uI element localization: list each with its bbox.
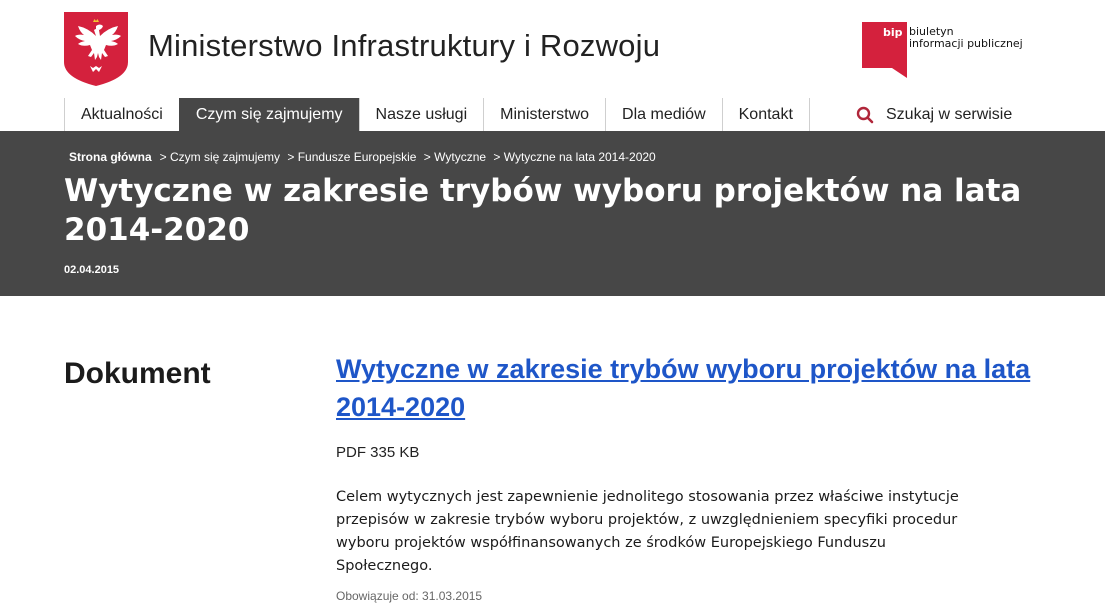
search-button[interactable]: Szukaj w serwisie: [856, 98, 1012, 131]
nav-item-ministerstwo[interactable]: Ministerstwo: [483, 98, 605, 131]
nav-item-czym-sie-zajmujemy[interactable]: Czym się zajmujemy: [178, 98, 359, 131]
breadcrumb: Strona główna > Czym się zajmujemy > Fund…: [69, 150, 660, 164]
bip-caption: biuletyn informacji publicznej: [909, 26, 1023, 50]
nav-item-dla-mediow[interactable]: Dla mediów: [605, 98, 722, 131]
breadcrumb-item-current: > Wytyczne na lata 2014-2020: [493, 150, 656, 164]
polish-eagle-emblem-icon[interactable]: [64, 12, 128, 86]
breadcrumb-item[interactable]: > Wytyczne: [424, 150, 486, 164]
document-description: Celem wytycznych jest zapewnienie jednol…: [336, 489, 959, 574]
breadcrumb-item[interactable]: > Fundusze Europejskie: [287, 150, 416, 164]
document-valid-from: Obowiązuje od: 31.03.2015: [336, 589, 483, 603]
breadcrumb-home[interactable]: Strona główna: [69, 150, 152, 164]
site-header: Ministerstwo Infrastruktury i Rozwoju bi…: [0, 0, 1105, 98]
search-icon: [856, 106, 874, 123]
document-section-heading: Dokument: [64, 357, 211, 390]
nav-item-kontakt[interactable]: Kontakt: [721, 98, 810, 131]
site-title[interactable]: Ministerstwo Infrastruktury i Rozwoju: [148, 28, 660, 64]
publish-date: 02.04.2015: [64, 264, 120, 276]
bip-caption-line2: informacji publicznej: [909, 37, 1023, 50]
document-download-link[interactable]: Wytyczne w zakresie trybów wyboru projek…: [336, 350, 1036, 426]
document-file-info: PDF 335 KB: [336, 444, 420, 461]
search-label: Szukaj w serwisie: [886, 105, 1013, 123]
nav-item-nasze-uslugi[interactable]: Nasze usługi: [358, 98, 484, 131]
page-banner: Strona główna > Czym się zajmujemy > Fund…: [0, 131, 1105, 296]
breadcrumb-item[interactable]: > Czym się zajmujemy: [160, 150, 280, 164]
bip-logo-text: bip: [883, 26, 903, 39]
page-title: Wytyczne w zakresie trybów wyboru projek…: [64, 173, 1022, 248]
main-nav: Aktualności Czym się zajmujemy Nasze usł…: [64, 98, 810, 131]
nav-item-aktualnosci[interactable]: Aktualności: [64, 98, 179, 131]
